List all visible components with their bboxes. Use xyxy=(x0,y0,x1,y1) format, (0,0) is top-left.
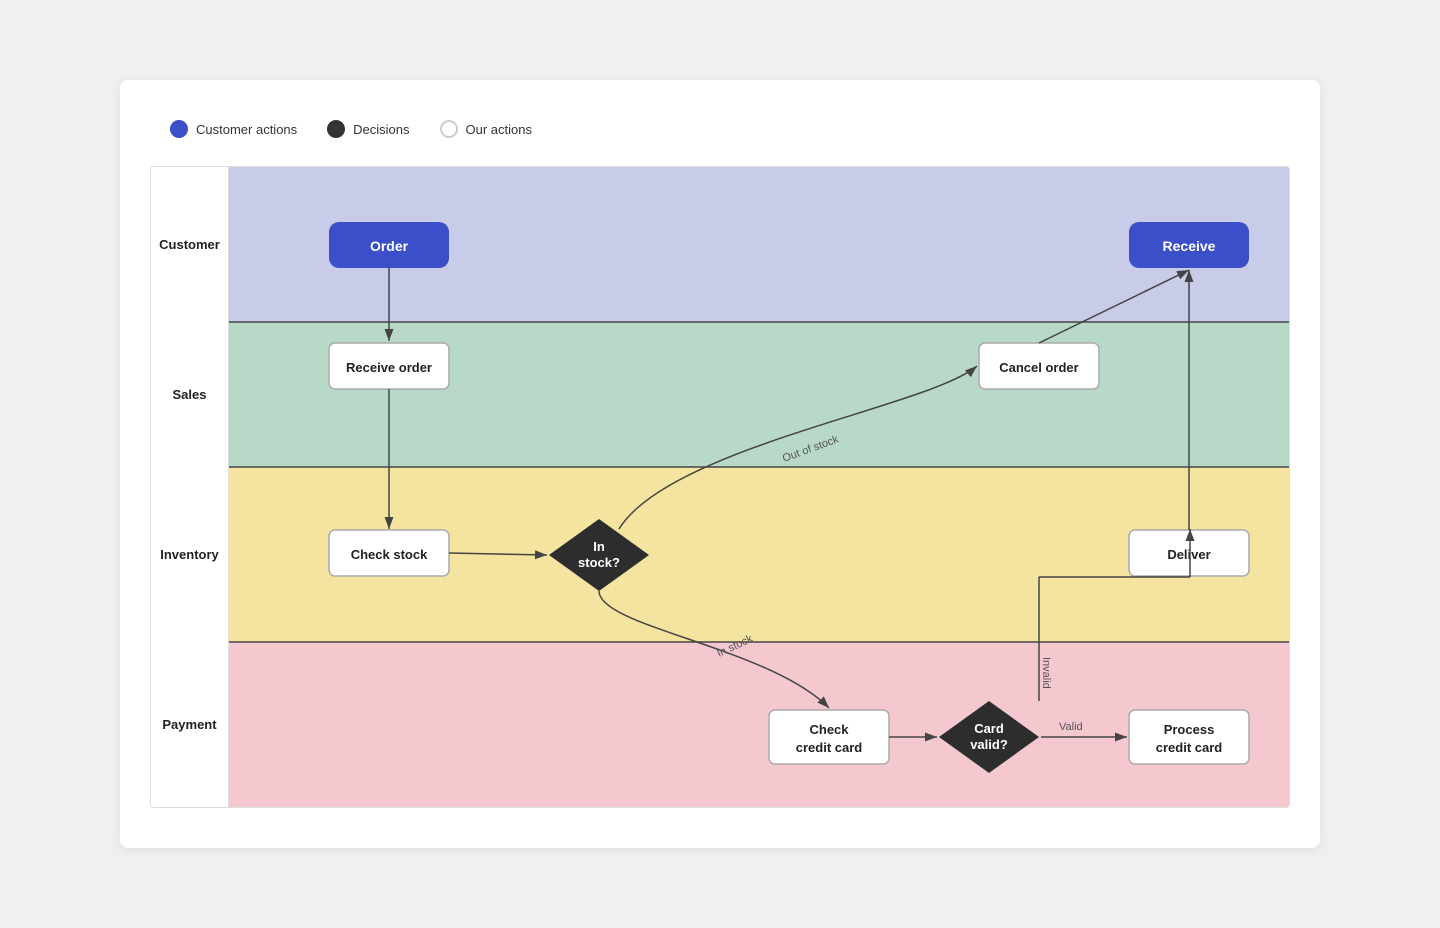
edge-label-valid: Valid xyxy=(1059,721,1083,733)
lane-label-customer: Customer xyxy=(151,167,228,322)
node-process-credit-label1: Process xyxy=(1164,722,1215,737)
legend-dot-decisions xyxy=(327,120,345,138)
node-check-credit-card[interactable] xyxy=(769,710,889,764)
legend-label-decisions: Decisions xyxy=(353,122,409,137)
lane-label-sales: Sales xyxy=(151,322,228,467)
legend-dot-customer xyxy=(170,120,188,138)
node-receive-label: Receive xyxy=(1163,238,1216,254)
node-cancel-order-label: Cancel order xyxy=(999,360,1078,375)
node-process-credit-card[interactable] xyxy=(1129,710,1249,764)
legend-item-our-actions: Our actions xyxy=(440,120,532,138)
node-process-credit-label2: credit card xyxy=(1156,740,1223,755)
legend-label-customer: Customer actions xyxy=(196,122,297,137)
legend-dot-our-actions xyxy=(440,120,458,138)
diagram-svg: Order Receive Receive order Cancel order… xyxy=(229,167,1289,807)
node-receive-order-label: Receive order xyxy=(346,360,432,375)
lane-label-payment: Payment xyxy=(151,642,228,807)
lane-label-inventory: Inventory xyxy=(151,467,228,642)
node-check-stock-label: Check stock xyxy=(351,547,428,562)
node-check-credit-label1: Check xyxy=(809,722,849,737)
legend-item-decisions: Decisions xyxy=(327,120,409,138)
flowchart-svg: Order Receive Receive order Cancel order… xyxy=(229,167,1289,807)
node-in-stock-label2: stock? xyxy=(578,555,620,570)
node-card-valid-label1: Card xyxy=(974,721,1004,736)
legend-item-customer-actions: Customer actions xyxy=(170,120,297,138)
legend: Customer actions Decisions Our actions xyxy=(150,120,1290,138)
node-deliver-label: Deliver xyxy=(1167,547,1210,562)
node-check-credit-label2: credit card xyxy=(796,740,863,755)
node-order-label: Order xyxy=(370,238,409,254)
node-in-stock-label1: In xyxy=(593,539,605,554)
edge-label-invalid: Invalid xyxy=(1040,657,1052,689)
legend-label-our-actions: Our actions xyxy=(466,122,532,137)
node-card-valid-label2: valid? xyxy=(970,737,1008,752)
page-wrapper: Customer actions Decisions Our actions C… xyxy=(120,80,1320,848)
lane-labels: Customer Sales Inventory Payment xyxy=(151,167,229,807)
diagram-container: Customer Sales Inventory Payment Order xyxy=(150,166,1290,808)
